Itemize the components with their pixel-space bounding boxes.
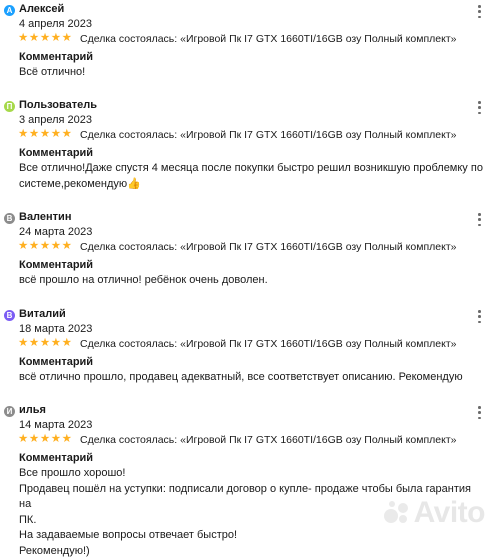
rating-stars: ★★★★★ <box>18 432 73 447</box>
deal-info: Сделка состоялась: «Игровой Пк I7 GTX 16… <box>80 32 456 46</box>
rating-stars: ★★★★★ <box>18 31 73 46</box>
avatar: В <box>4 310 15 321</box>
comment-text: Все прошло хорошо! Продавец пошёл на уст… <box>19 466 485 559</box>
avatar: А <box>4 5 15 16</box>
avatar: В <box>4 213 15 224</box>
comment-label: Комментарий <box>19 451 93 466</box>
more-menu-icon[interactable] <box>478 213 481 226</box>
review-date: 14 марта 2023 <box>19 418 92 433</box>
comment-line: Рекомендую!) <box>19 544 485 559</box>
comment-text: всё прошло на отлично! ребёнок очень дов… <box>19 273 485 289</box>
rating-stars: ★★★★★ <box>18 127 73 142</box>
comment-text: всё отлично прошло, продавец адекватный,… <box>19 370 485 386</box>
avatar: И <box>4 406 15 417</box>
comment-line: ПК. <box>19 513 485 529</box>
review-date: 18 марта 2023 <box>19 322 92 337</box>
comment-line: Все прошло хорошо! <box>19 466 485 482</box>
more-menu-icon[interactable] <box>478 5 481 18</box>
comment-label: Комментарий <box>19 258 93 273</box>
deal-info: Сделка состоялась: «Игровой Пк I7 GTX 16… <box>80 240 456 254</box>
review-date: 24 марта 2023 <box>19 225 92 240</box>
review-author[interactable]: Пользователь <box>19 98 97 113</box>
rating-stars: ★★★★★ <box>18 239 73 254</box>
avatar: П <box>4 101 15 112</box>
review-date: 4 апреля 2023 <box>19 17 92 32</box>
review-author[interactable]: илья <box>19 403 46 418</box>
deal-info: Сделка состоялась: «Игровой Пк I7 GTX 16… <box>80 128 456 142</box>
more-menu-icon[interactable] <box>478 101 481 114</box>
more-menu-icon[interactable] <box>478 406 481 419</box>
comment-text: Всё отлично! <box>19 65 485 81</box>
deal-info: Сделка состоялась: «Игровой Пк I7 GTX 16… <box>80 337 456 351</box>
more-menu-icon[interactable] <box>478 310 481 323</box>
deal-info: Сделка состоялась: «Игровой Пк I7 GTX 16… <box>80 433 456 447</box>
comment-text: Все отлично!Даже спустя 4 месяца после п… <box>19 161 485 192</box>
review-author[interactable]: Виталий <box>19 307 66 322</box>
review-author[interactable]: Валентин <box>19 210 71 225</box>
review-date: 3 апреля 2023 <box>19 113 92 128</box>
rating-stars: ★★★★★ <box>18 336 73 351</box>
comment-line: Продавец пошёл на уступки: подписали дог… <box>19 482 485 513</box>
comment-line: На задаваемые вопросы отвечает быстро! <box>19 528 485 544</box>
review-author[interactable]: Алексей <box>19 2 64 17</box>
comment-label: Комментарий <box>19 50 93 65</box>
comment-label: Комментарий <box>19 146 93 161</box>
comment-label: Комментарий <box>19 355 93 370</box>
